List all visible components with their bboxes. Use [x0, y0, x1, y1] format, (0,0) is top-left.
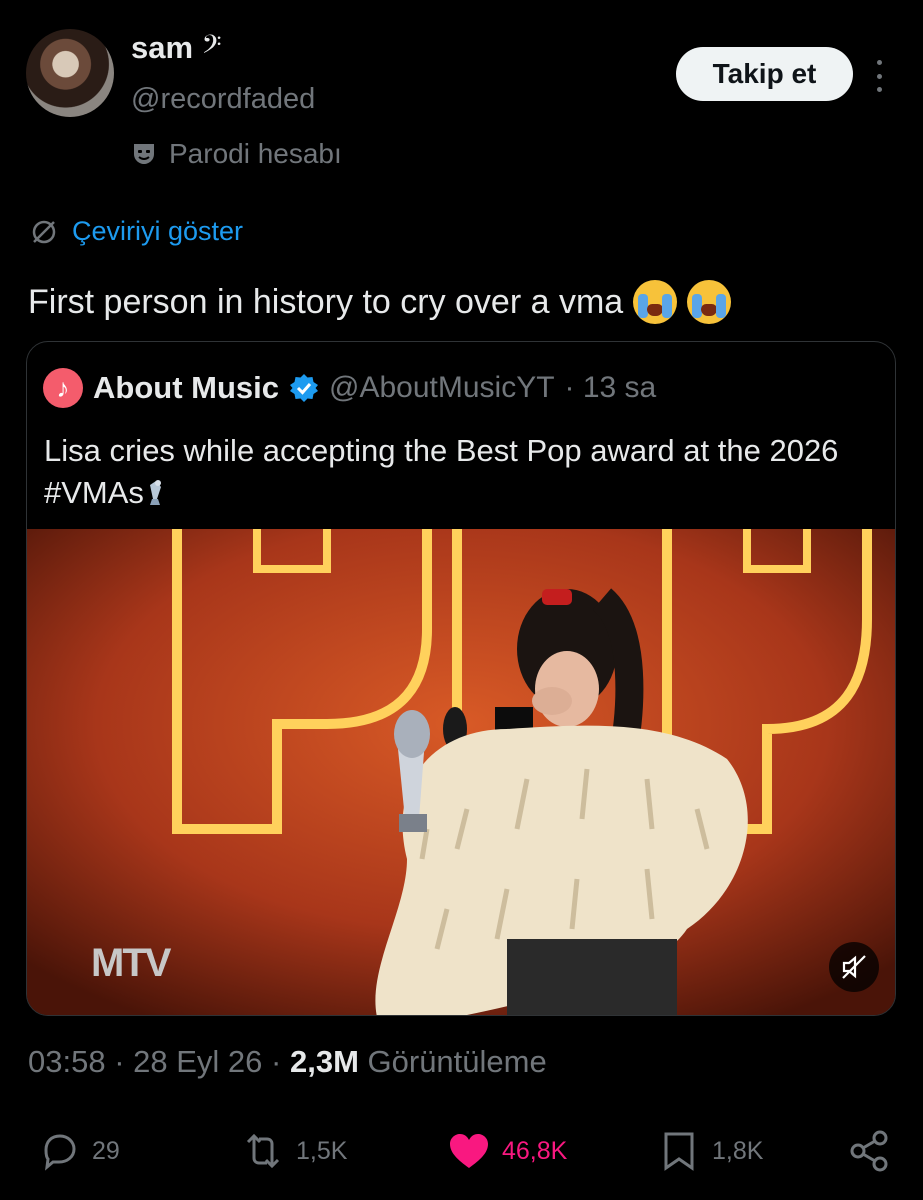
share-button[interactable]	[846, 1128, 892, 1174]
crying-face-emoji	[633, 280, 678, 324]
like-count: 46,8K	[502, 1136, 568, 1165]
quoted-avatar[interactable]: ♪	[43, 368, 83, 408]
mtv-logo: M‌TV	[91, 941, 171, 985]
parody-label: Parodi hesabı	[131, 138, 342, 170]
vma-trophy-icon	[149, 480, 161, 505]
reply-button[interactable]: 29	[36, 1128, 120, 1174]
views-label: Görüntüleme	[367, 1044, 547, 1079]
reply-icon	[44, 1134, 76, 1171]
like-button[interactable]: 46,8K	[446, 1128, 567, 1174]
repost-button[interactable]: 1,5K	[240, 1128, 347, 1174]
parody-label-text: Parodi hesabı	[169, 138, 342, 169]
repost-icon	[246, 1133, 280, 1169]
bookmark-count: 1,8K	[712, 1136, 764, 1165]
views-count: 2,3M	[289, 1044, 359, 1079]
reply-count: 29	[92, 1136, 120, 1165]
show-translation-label: Çeviriyi göster	[72, 216, 244, 246]
quoted-time[interactable]: · 13 sa	[565, 371, 657, 405]
tweet-date[interactable]: 28 Eyl 26	[133, 1044, 262, 1079]
show-translation-link[interactable]: Çeviriyi göster	[30, 216, 243, 247]
bookmark-button[interactable]: 1,8K	[656, 1128, 763, 1174]
quoted-author-name[interactable]: About Music	[93, 370, 279, 406]
tweet-time[interactable]: 03:58	[28, 1044, 106, 1079]
avatar[interactable]	[26, 29, 114, 117]
bookmark-icon	[664, 1132, 694, 1171]
video-media[interactable]: POP M‌TV	[27, 529, 895, 1015]
follow-button[interactable]: Takip et	[676, 47, 853, 101]
quoted-author-handle[interactable]: @AboutMusicYT	[329, 371, 555, 405]
quoted-tweet[interactable]: ♪ About Music @AboutMusicYT · 13 sa Lisa…	[26, 341, 896, 1016]
tweet-text-content: First person in history to cry over a vm…	[28, 282, 624, 321]
author-name-text: sam	[131, 30, 194, 65]
tweet-text: First person in history to cry over a vm…	[28, 280, 732, 324]
quoted-tweet-header: ♪ About Music @AboutMusicYT · 13 sa	[43, 368, 656, 408]
mute-icon[interactable]	[829, 942, 879, 992]
author-name[interactable]: sam 𝄢	[131, 30, 222, 67]
verified-badge-icon	[290, 374, 318, 402]
speaker-muted-icon	[842, 955, 866, 979]
translate-icon	[32, 220, 56, 243]
author-handle[interactable]: @recordfaded	[131, 83, 315, 116]
heart-icon	[450, 1134, 488, 1168]
more-options-icon[interactable]	[866, 56, 892, 96]
crying-face-emoji	[687, 280, 732, 324]
action-bar: 29 1,5K 46,8K 1,8K	[0, 1120, 923, 1180]
bass-clef-icon: 𝄢	[201, 30, 222, 65]
theater-mask-icon	[134, 144, 154, 164]
quoted-tweet-text: Lisa cries while accepting the Best Pop …	[44, 430, 874, 514]
share-icon	[850, 1130, 888, 1172]
repost-count: 1,5K	[296, 1136, 348, 1165]
tweet-meta: 03:58 · 28 Eyl 26 · 2,3M Görüntüleme	[28, 1044, 547, 1079]
